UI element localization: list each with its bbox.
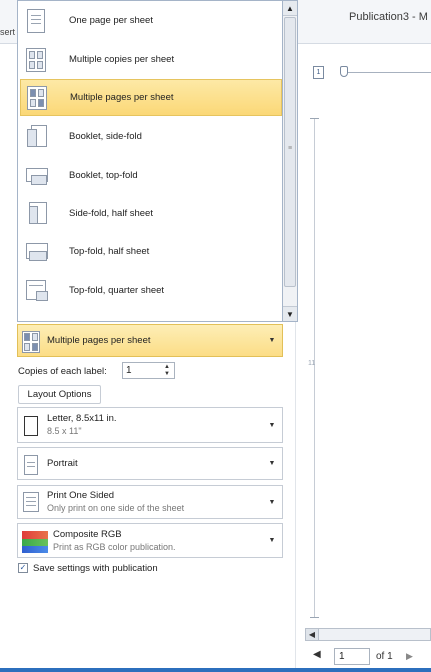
copies-label: Copies of each label: bbox=[18, 366, 107, 377]
ruler-mark: 11 bbox=[308, 360, 316, 367]
page-count-label: of 1 bbox=[376, 651, 393, 662]
paper-size-title: Letter, 8.5x11 in. bbox=[47, 413, 117, 424]
dropdown-item[interactable]: Multiple copies per sheet bbox=[20, 41, 282, 78]
color-mode-title: Composite RGB bbox=[53, 528, 122, 540]
layout-options-button[interactable]: Layout Options bbox=[18, 385, 101, 404]
chevron-down-icon[interactable]: ▼ bbox=[267, 422, 277, 429]
save-settings-checkbox[interactable]: ✓ bbox=[18, 563, 28, 573]
print-sides-subtitle: Only print on one side of the sheet bbox=[47, 503, 185, 513]
dropdown-item-label: Booklet, top-fold bbox=[69, 170, 138, 181]
dropdown-item[interactable]: Booklet, side-fold bbox=[20, 118, 282, 155]
scroll-down-button[interactable]: ▼ bbox=[283, 306, 297, 321]
status-bar bbox=[0, 668, 431, 672]
save-settings-label[interactable]: Save settings with publication bbox=[33, 563, 158, 574]
spinner-arrows-icon[interactable]: ▲ ▼ bbox=[164, 364, 172, 378]
dropdown-item-label: Multiple pages per sheet bbox=[70, 92, 174, 103]
orientation-combo[interactable]: Portrait ▼ bbox=[17, 447, 283, 480]
page-number-input[interactable]: 1 bbox=[334, 648, 370, 665]
booklet-icon-partial bbox=[25, 317, 49, 321]
chevron-down-icon[interactable]: ▼ bbox=[267, 537, 277, 544]
vertical-ruler bbox=[314, 118, 315, 618]
dropdown-item-selected[interactable]: Multiple pages per sheet bbox=[20, 79, 282, 116]
horizontal-scrollbar[interactable] bbox=[305, 628, 431, 641]
window-title: Publication3 - M bbox=[349, 11, 428, 23]
multiple-pages-icon bbox=[21, 329, 41, 353]
chevron-down-icon[interactable]: ▼ bbox=[267, 337, 277, 344]
side-fold-half-icon bbox=[25, 201, 49, 226]
rgb-color-icon bbox=[21, 529, 49, 553]
orientation-title: Portrait bbox=[47, 457, 78, 469]
dropdown-item[interactable]: Top-fold, quarter sheet bbox=[20, 272, 282, 309]
dropdown-scrollbar[interactable]: ▲ ≡ ▼ bbox=[283, 0, 298, 322]
paper-size-subtitle: 8.5 x 11" bbox=[47, 426, 82, 436]
zoom-slider-thumb[interactable] bbox=[340, 66, 348, 77]
paper-size-combo[interactable]: Letter, 8.5x11 in. 8.5 x 11" ▼ bbox=[17, 407, 283, 443]
dropdown-item[interactable]: Top-fold, half sheet bbox=[20, 233, 282, 270]
paper-icon bbox=[21, 413, 41, 437]
dropdown-item-label: Top-fold, half sheet bbox=[69, 246, 150, 257]
dropdown-item-label: Multiple copies per sheet bbox=[69, 54, 175, 65]
chevron-down-icon[interactable]: ▼ bbox=[267, 460, 277, 467]
print-sides-combo[interactable]: Print One Sided Only print on one side o… bbox=[17, 485, 283, 519]
dropdown-item[interactable]: One page per sheet bbox=[20, 2, 282, 39]
ruler-top-cap bbox=[310, 118, 319, 119]
pages-combo-label: Multiple pages per sheet bbox=[47, 334, 151, 346]
chevron-down-icon[interactable]: ▼ bbox=[267, 499, 277, 506]
pages-per-sheet-combo[interactable]: Multiple pages per sheet ▼ bbox=[17, 324, 283, 357]
one-sided-icon bbox=[21, 490, 41, 514]
copies-value[interactable]: 1 bbox=[126, 365, 132, 376]
scroll-up-button[interactable]: ▲ bbox=[283, 1, 297, 16]
color-mode-subtitle: Print as RGB color publication. bbox=[53, 541, 176, 552]
top-fold-half-icon bbox=[25, 240, 49, 264]
scroll-left-button[interactable]: ◀ bbox=[305, 628, 319, 641]
dropdown-item-label: Side-fold, half sheet bbox=[69, 208, 153, 219]
multiple-pages-icon bbox=[26, 85, 50, 110]
ruler-bottom-cap bbox=[310, 617, 319, 618]
print-sides-title: Print One Sided bbox=[47, 490, 115, 501]
booklet-side-fold-icon bbox=[25, 124, 49, 149]
scrollbar-thumb[interactable]: ≡ bbox=[284, 17, 296, 287]
dropdown-item-label: Booklet, side-fold bbox=[69, 131, 142, 142]
pages-dropdown-list[interactable]: One page per sheet Multiple copies per s… bbox=[17, 0, 283, 322]
page-preview-icon[interactable]: 1 bbox=[313, 66, 324, 79]
portrait-icon bbox=[21, 452, 41, 476]
color-mode-combo[interactable]: Composite RGB Print as RGB color publica… bbox=[17, 523, 283, 558]
print-preview-pane bbox=[297, 44, 431, 672]
multiple-copies-icon bbox=[25, 47, 49, 72]
dropdown-item-label: One page per sheet bbox=[69, 15, 153, 26]
top-fold-quarter-icon bbox=[25, 279, 49, 303]
dropdown-item[interactable]: Booklet, top-fold bbox=[20, 157, 282, 194]
one-page-per-sheet-icon bbox=[25, 8, 49, 33]
scrollbar-grip-icon: ≡ bbox=[288, 145, 293, 152]
previous-page-icon[interactable]: ◀ bbox=[313, 649, 321, 660]
dropdown-item-label: Top-fold, quarter sheet bbox=[69, 285, 165, 296]
booklet-top-fold-icon bbox=[25, 164, 49, 188]
dropdown-item[interactable]: Side-fold, half sheet bbox=[20, 195, 282, 232]
next-page-icon[interactable]: ▶ bbox=[406, 651, 413, 662]
zoom-slider-track[interactable] bbox=[347, 72, 431, 73]
ribbon-tab-insert[interactable]: sert bbox=[0, 27, 15, 37]
dropdown-item-partial[interactable] bbox=[20, 310, 282, 321]
copies-stepper[interactable]: 1 ▲ ▼ bbox=[122, 362, 175, 379]
